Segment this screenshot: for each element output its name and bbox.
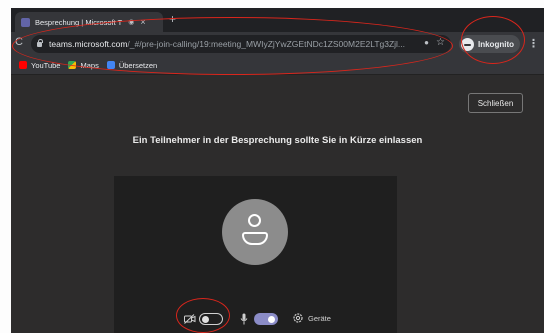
tab-strip: Besprechung | Microsoft T ◉ × + (11, 8, 544, 32)
incognito-profile-button[interactable]: Inkognito (459, 35, 520, 53)
lock-icon (37, 38, 43, 47)
close-icon[interactable]: × (140, 17, 145, 27)
translate-icon (106, 61, 115, 69)
gear-icon[interactable] (292, 312, 304, 324)
more-options-icon[interactable]: ⋮ (528, 37, 539, 50)
avatar (222, 199, 288, 265)
toggle-knob (202, 315, 209, 323)
star-icon[interactable]: ☆ (436, 37, 445, 48)
browser-toolbar: C teams.microsoft.com/_#/pre-join-callin… (11, 32, 544, 56)
close-button[interactable]: Schließen (468, 93, 523, 113)
address-bar[interactable]: teams.microsoft.com/_#/pre-join-calling/… (31, 35, 451, 53)
browser-window: Besprechung | Microsoft T ◉ × + C teams.… (11, 8, 544, 333)
lobby-waiting-message: Ein Teilnehmer in der Besprechung sollte… (132, 135, 423, 146)
camera-toggle[interactable] (199, 313, 223, 325)
url-text: teams.microsoft.com/_#/pre-join-calling/… (49, 39, 406, 49)
camera-off-icon (184, 314, 196, 324)
tab-title: Besprechung | Microsoft T (35, 17, 123, 27)
bookmark-translate[interactable]: Übersetzen (106, 61, 157, 70)
bookmark-maps[interactable]: Maps (68, 61, 99, 70)
bookmarks-bar: YouTube Maps Übersetzen (11, 56, 544, 75)
teams-favicon-icon (21, 17, 30, 27)
person-body-icon (242, 232, 268, 245)
video-preview: Geräte (114, 176, 397, 333)
reload-icon[interactable]: C (15, 36, 23, 48)
profile-label: Inkognito (478, 39, 514, 49)
speaker-icon[interactable]: ◉ (128, 18, 134, 26)
browser-tab[interactable]: Besprechung | Microsoft T ◉ × (15, 12, 163, 32)
bookmark-youtube[interactable]: YouTube (19, 61, 60, 70)
toggle-knob (268, 315, 275, 323)
device-controls: Geräte (114, 311, 397, 327)
microphone-icon[interactable]: ● (424, 38, 429, 47)
maps-icon (68, 61, 77, 69)
microphone-icon (240, 313, 248, 325)
incognito-icon (461, 37, 474, 51)
devices-label[interactable]: Geräte (308, 314, 331, 323)
plus-icon[interactable]: + (169, 12, 176, 26)
teams-prejoin-page: Schließen Ein Teilnehmer in der Besprech… (11, 75, 544, 333)
youtube-icon (19, 61, 27, 69)
person-head-icon (248, 214, 261, 227)
microphone-toggle[interactable] (254, 313, 278, 325)
